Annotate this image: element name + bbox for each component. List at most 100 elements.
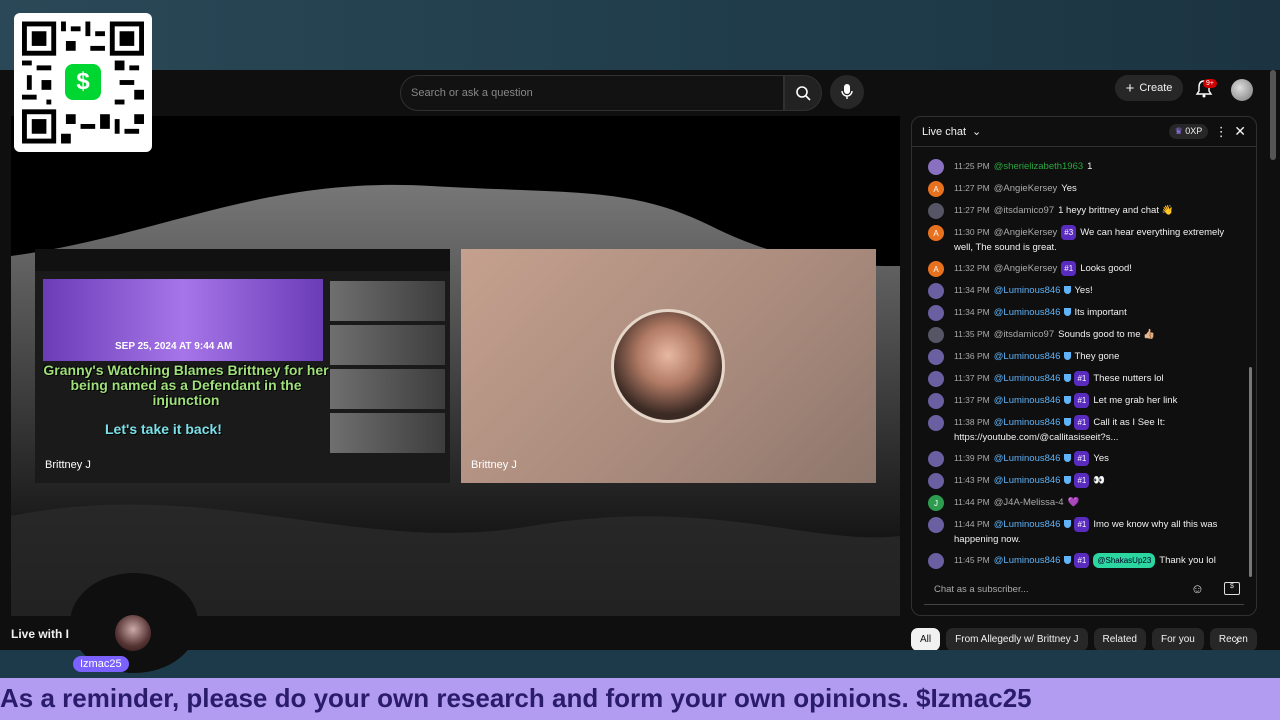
chat-message[interactable]: 11:37 PM @Luminous846 #1 Let me grab her li…: [928, 393, 1242, 409]
shared-screen-sidebar: [330, 281, 445, 457]
chat-message[interactable]: 11:36 PM @Luminous846 They gone: [928, 349, 1242, 365]
host-camera-avatar: [611, 309, 725, 423]
filter-chip[interactable]: Related: [1093, 628, 1146, 651]
chat-input[interactable]: Chat as a subscriber... ☺ $: [924, 577, 1244, 605]
chat-author-name[interactable]: @Luminous846: [994, 417, 1061, 428]
plus-icon: +: [1125, 79, 1135, 97]
chat-message[interactable]: 11:25 PM @sherielizabeth1963 1: [928, 159, 1242, 175]
filter-chip[interactable]: Recen: [1209, 628, 1257, 651]
verified-member-icon: [1064, 520, 1072, 529]
emoji-icon[interactable]: ☺: [1191, 581, 1204, 596]
chat-author-avatar[interactable]: [928, 451, 944, 467]
chevron-down-icon[interactable]: ⌄: [972, 125, 981, 138]
chevron-right-icon[interactable]: ›: [1235, 632, 1240, 648]
chat-author-avatar[interactable]: [928, 473, 944, 489]
chat-mode-dropdown[interactable]: Live chat: [922, 126, 966, 138]
chat-author-avatar[interactable]: A: [928, 261, 944, 277]
chat-author-name[interactable]: @itsdamico97: [994, 329, 1054, 340]
sidebar-thumbnail: [330, 325, 445, 365]
chat-timestamp: 11:37 PM: [954, 373, 990, 383]
create-button[interactable]: + Create: [1115, 75, 1183, 101]
chat-author-name[interactable]: @Luminous846: [994, 475, 1061, 486]
chat-author-name[interactable]: @Luminous846: [994, 519, 1061, 530]
filter-chip[interactable]: From Allegedly w/ Brittney J: [946, 628, 1088, 651]
chat-author-avatar[interactable]: [928, 517, 944, 533]
chat-message[interactable]: A 11:30 PM @AngieKersey #3 We can hear every…: [928, 225, 1242, 255]
chat-author-avatar[interactable]: [928, 159, 944, 175]
chat-message[interactable]: A 11:32 PM @AngieKersey #1 Looks good!: [928, 261, 1242, 277]
chat-author-name[interactable]: @J4A-Melissa-4: [994, 497, 1064, 508]
chat-message[interactable]: 11:38 PM @Luminous846 #1 Call it as I See I…: [928, 415, 1242, 445]
xp-badge[interactable]: ♛ 0XP: [1168, 124, 1209, 139]
chat-author-name[interactable]: @Luminous846: [994, 395, 1061, 406]
chat-author-avatar[interactable]: [928, 371, 944, 387]
chat-author-avatar[interactable]: [928, 415, 944, 431]
more-options-icon[interactable]: ⋮: [1214, 124, 1228, 140]
chat-author-avatar[interactable]: [928, 283, 944, 299]
chat-message[interactable]: 11:37 PM @Luminous846 #1 These nutters lol: [928, 371, 1242, 387]
verified-member-icon: [1064, 286, 1072, 295]
chat-author-avatar[interactable]: [928, 305, 944, 321]
filter-chip[interactable]: All: [911, 628, 941, 651]
chat-message[interactable]: 11:39 PM @Luminous846 #1 Yes: [928, 451, 1242, 467]
chat-message[interactable]: 11:27 PM @itsdamico97 1 heyy brittney and …: [928, 203, 1242, 219]
chat-author-avatar[interactable]: [928, 327, 944, 343]
chat-message-list[interactable]: 11:25 PM @sherielizabeth1963 1 A 11:27 PM @An…: [912, 159, 1256, 575]
chat-message-body: 11:27 PM @itsdamico97 1 heyy brittney and …: [954, 203, 1173, 218]
chat-author-name[interactable]: @Luminous846: [994, 453, 1061, 464]
chat-author-avatar[interactable]: [928, 349, 944, 365]
chat-message-text: They gone: [1074, 351, 1120, 362]
page-scrollbar[interactable]: [1270, 70, 1276, 160]
shared-screen-tile: SEP 25, 2024 AT 9:44 AM Granny's Watchin…: [35, 249, 450, 483]
chat-author-name[interactable]: @Luminous846: [994, 307, 1061, 318]
chat-author-name[interactable]: @Luminous846: [994, 373, 1061, 384]
chat-timestamp: 11:27 PM: [954, 183, 990, 193]
chat-message[interactable]: 11:34 PM @Luminous846 Its important: [928, 305, 1242, 321]
chat-timestamp: 11:43 PM: [954, 475, 990, 485]
microphone-icon: [841, 84, 853, 99]
chat-author-name[interactable]: @Luminous846: [994, 351, 1061, 362]
chat-message[interactable]: 11:44 PM @Luminous846 #1 Imo we know why al…: [928, 517, 1242, 547]
verified-member-icon: [1064, 454, 1072, 463]
chat-author-avatar[interactable]: [928, 553, 944, 569]
chat-message-body: 11:37 PM @Luminous846 #1 Let me grab her li…: [954, 393, 1177, 408]
chat-author-avatar[interactable]: J: [928, 495, 944, 511]
youtube-watch-page: Search or ask a question + Create 9+ SEP…: [0, 70, 1280, 651]
chat-message[interactable]: 11:35 PM @itsdamico97 Sounds good to me 👍🏼: [928, 327, 1242, 343]
chat-message-text: Sounds good to me 👍🏼: [1058, 329, 1155, 340]
sidebar-thumbnail: [330, 413, 445, 453]
chat-author-avatar[interactable]: A: [928, 225, 944, 241]
search-input[interactable]: Search or ask a question: [400, 75, 784, 111]
chat-message[interactable]: 11:34 PM @Luminous846 Yes!: [928, 283, 1242, 299]
rank-badge: #1: [1074, 393, 1090, 408]
filter-chip[interactable]: For you: [1151, 628, 1204, 651]
account-avatar[interactable]: [1231, 79, 1253, 101]
search-icon: [796, 86, 811, 101]
chat-author-name[interactable]: @itsdamico97: [994, 205, 1054, 216]
chat-timestamp: 11:44 PM: [954, 519, 990, 529]
chat-author-name[interactable]: @sherielizabeth1963: [994, 161, 1083, 172]
chat-message[interactable]: J 11:44 PM @J4A-Melissa-4 💜: [928, 495, 1242, 511]
chat-author-avatar[interactable]: A: [928, 181, 944, 197]
chat-scrollbar[interactable]: [1249, 367, 1252, 577]
voice-search-button[interactable]: [830, 75, 864, 109]
chat-author-name[interactable]: @AngieKersey: [994, 183, 1058, 194]
chat-author-name[interactable]: @AngieKersey: [994, 263, 1058, 274]
chat-author-name[interactable]: @Luminous846: [994, 555, 1061, 566]
close-icon[interactable]: ✕: [1234, 123, 1246, 140]
chat-timestamp: 11:36 PM: [954, 351, 990, 361]
chat-message-text: 1: [1087, 161, 1093, 172]
chat-message[interactable]: 11:43 PM @Luminous846 #1 👀: [928, 473, 1242, 489]
chat-author-avatar[interactable]: [928, 393, 944, 409]
chat-message[interactable]: 11:45 PM @Luminous846 #1 @ShakasUp23 Thank y…: [928, 553, 1242, 569]
super-chat-icon[interactable]: $: [1224, 582, 1240, 595]
chat-author-name[interactable]: @AngieKersey: [994, 227, 1058, 238]
search-button[interactable]: [784, 75, 822, 111]
reminder-ticker: As a reminder, please do your own resear…: [0, 678, 1280, 720]
mention-chip[interactable]: @ShakasUp23: [1093, 553, 1156, 568]
chat-message-body: 11:36 PM @Luminous846 They gone: [954, 349, 1119, 364]
chat-author-name[interactable]: @Luminous846: [994, 285, 1061, 296]
video-player[interactable]: SEP 25, 2024 AT 9:44 AM Granny's Watchin…: [11, 116, 900, 616]
chat-message[interactable]: A 11:27 PM @AngieKersey Yes: [928, 181, 1242, 197]
chat-author-avatar[interactable]: [928, 203, 944, 219]
